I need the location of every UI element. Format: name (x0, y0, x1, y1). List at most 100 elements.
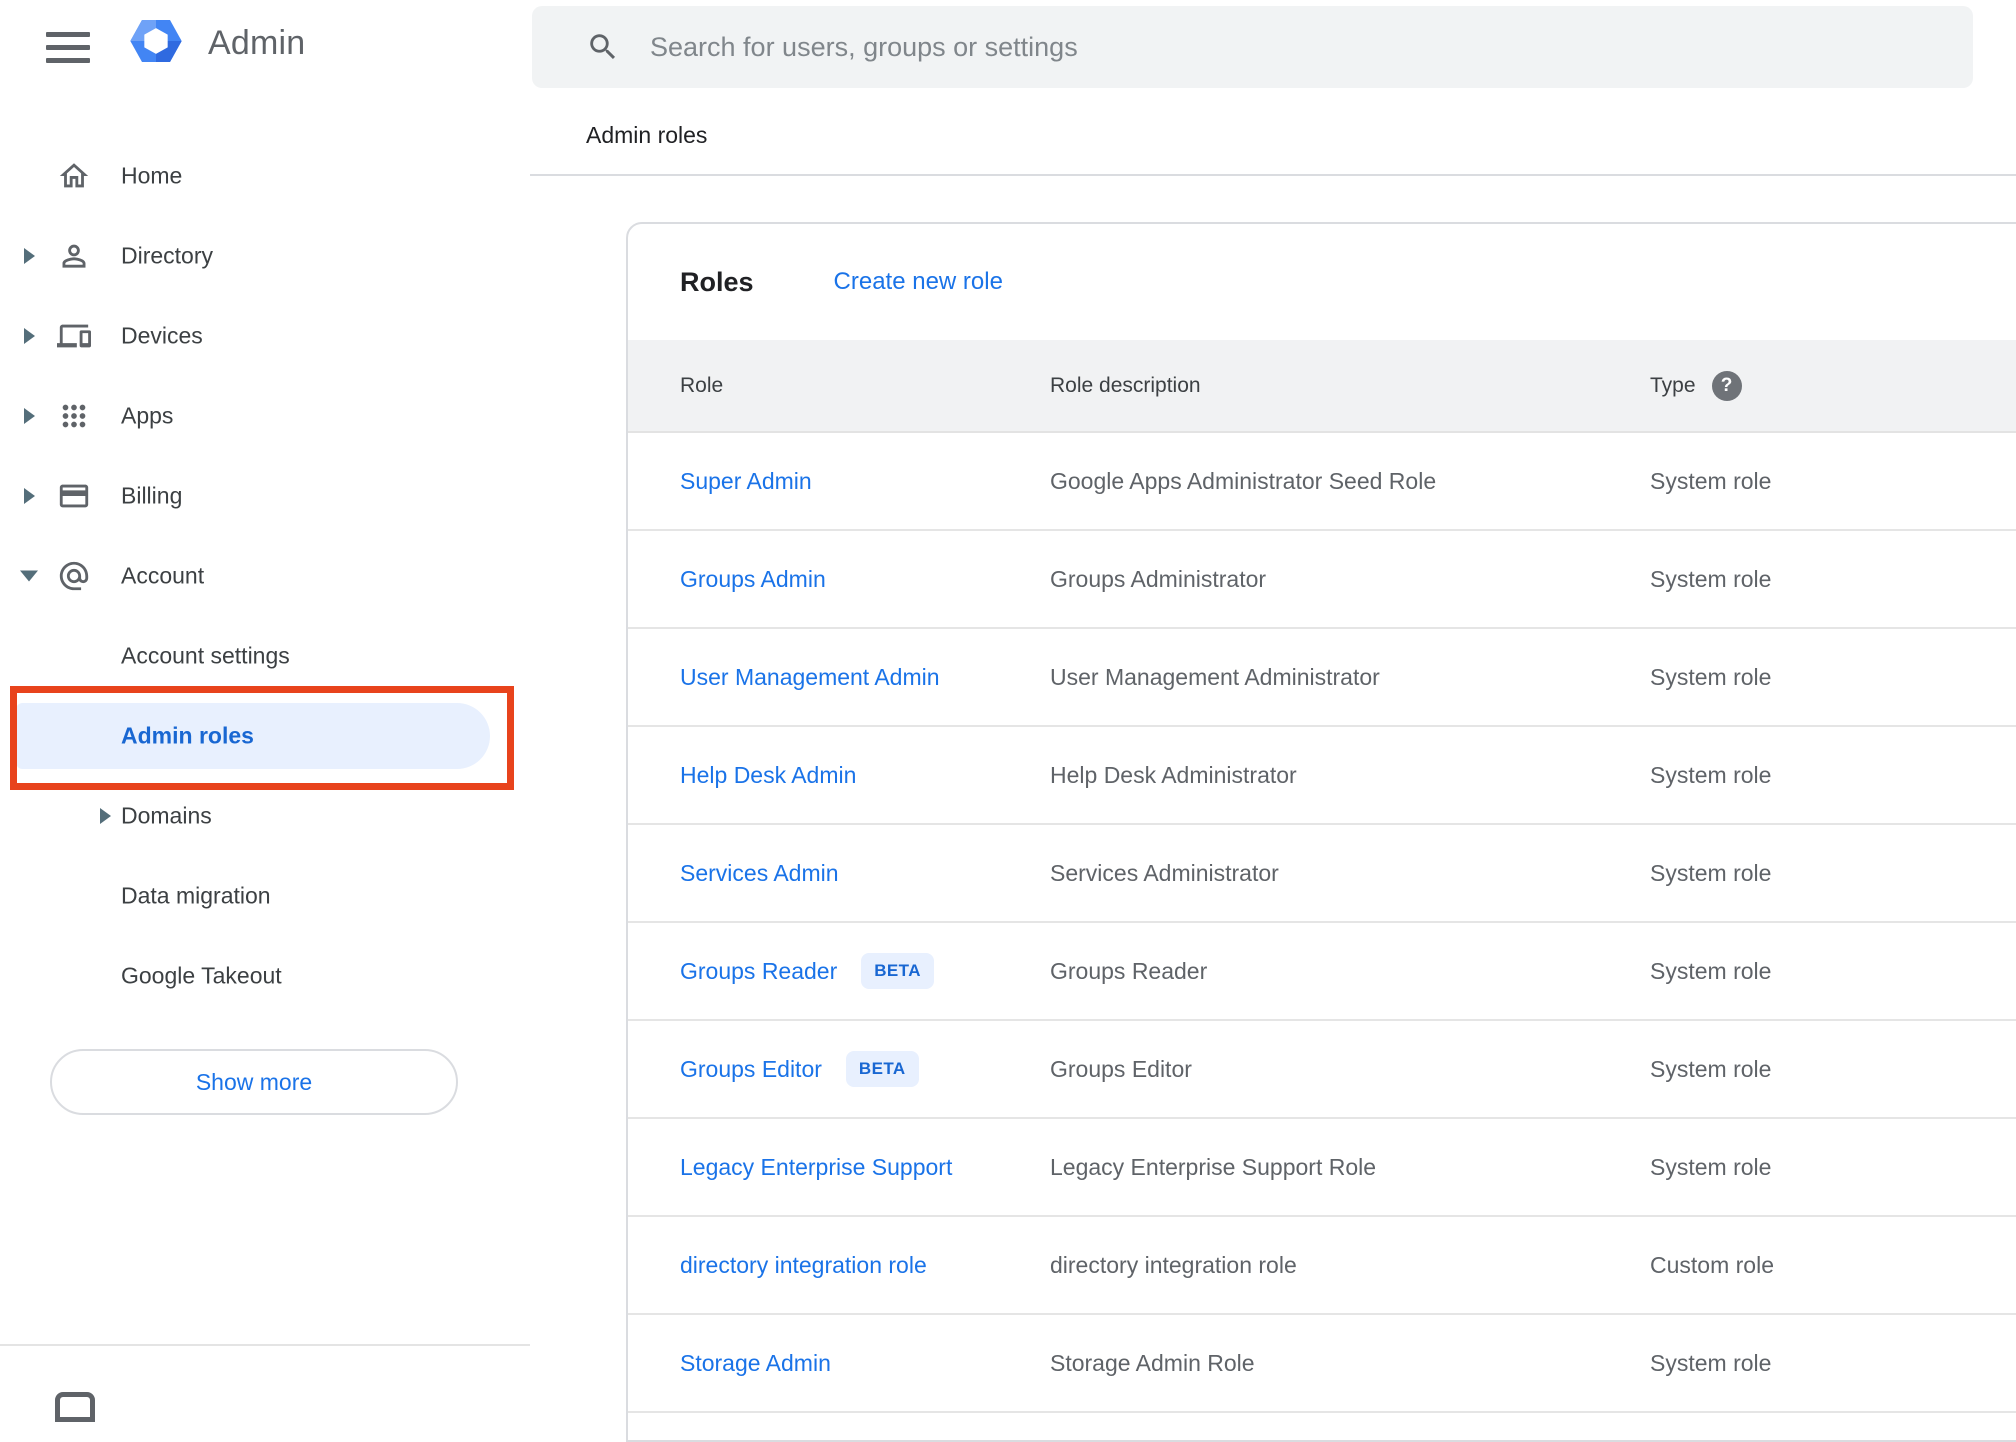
show-more-button[interactable]: Show more (50, 1049, 458, 1115)
sidebar-item-account[interactable]: Account (0, 536, 530, 616)
chevron-right-icon[interactable] (24, 328, 35, 344)
role-type: System role (1650, 859, 1772, 886)
role-type: System role (1650, 1349, 1772, 1376)
roles-card-header: Roles Create new role (628, 224, 2016, 340)
home-icon (57, 159, 91, 193)
chevron-right-icon[interactable] (24, 488, 35, 504)
role-description: Google Apps Administrator Seed Role (1050, 467, 1437, 494)
role-type: Custom role (1650, 1251, 1774, 1278)
sidebar-bottom-divider (0, 1344, 530, 1346)
chevron-right-icon[interactable] (100, 808, 111, 824)
sidebar: Admin Home Directory Devices Apps Billing Acc… (0, 0, 530, 1422)
column-header-role: Role (680, 373, 724, 397)
role-description: Groups Administrator (1050, 565, 1267, 592)
sidebar-item-apps[interactable]: Apps (0, 376, 530, 456)
role-description: Storage Admin Role (1050, 1349, 1255, 1376)
sidebar-item-label: Account (121, 562, 205, 589)
role-link[interactable]: Storage Admin (680, 1350, 831, 1377)
role-type: System role (1650, 1055, 1772, 1082)
sidebar-item-directory[interactable]: Directory (0, 216, 530, 296)
role-description: Legacy Enterprise Support Role (1050, 1153, 1377, 1180)
table-row: Help Desk Admin Help Desk Administrator … (628, 727, 2016, 825)
sidebar-item-admin-roles[interactable]: Admin roles (0, 696, 530, 776)
table-row: Groups Editor BETA Groups Editor System … (628, 1021, 2016, 1119)
role-description: Groups Reader (1050, 957, 1208, 984)
role-description: directory integration role (1050, 1251, 1297, 1278)
table-row: Groups Admin Groups Administrator System… (628, 531, 2016, 629)
sidebar-item-home[interactable]: Home (0, 136, 530, 216)
role-type: System role (1650, 1153, 1772, 1180)
role-description: Services Administrator (1050, 859, 1279, 886)
sidebar-nav: Home Directory Devices Apps Billing Account Ac… (0, 136, 530, 1016)
role-type: System role (1650, 663, 1772, 690)
role-type: System role (1650, 467, 1772, 494)
role-link[interactable]: Groups Editor (680, 1056, 822, 1083)
at-icon (57, 559, 91, 593)
table-row: Groups Reader BETA Groups Reader System … (628, 923, 2016, 1021)
header-divider (530, 174, 2016, 176)
role-type: System role (1650, 761, 1772, 788)
sidebar-item-label: Apps (121, 402, 174, 429)
role-link[interactable]: User Management Admin (680, 664, 940, 691)
column-header-description: Role description (1050, 373, 1201, 397)
role-description: Groups Editor (1050, 1055, 1192, 1082)
chevron-down-icon[interactable] (20, 570, 38, 582)
search-input[interactable] (648, 30, 1973, 64)
table-row: User Management Admin User Management Ad… (628, 629, 2016, 727)
table-body: Super Admin Google Apps Administrator Se… (628, 433, 2016, 1413)
chevron-right-icon[interactable] (24, 408, 35, 424)
role-link[interactable]: Legacy Enterprise Support (680, 1154, 952, 1181)
brand: Admin (128, 14, 305, 72)
table-row: Super Admin Google Apps Administrator Se… (628, 433, 2016, 531)
sidebar-item-billing[interactable]: Billing (0, 456, 530, 536)
sidebar-item-data-migration[interactable]: Data migration (0, 856, 530, 936)
role-description: User Management Administrator (1050, 663, 1380, 690)
devices-icon (57, 319, 91, 353)
sidebar-item-label: Admin roles (121, 722, 254, 749)
role-link[interactable]: Help Desk Admin (680, 762, 856, 789)
role-link[interactable]: directory integration role (680, 1252, 927, 1279)
table-row: Legacy Enterprise Support Legacy Enterpr… (628, 1119, 2016, 1217)
table-row: Services Admin Services Administrator Sy… (628, 825, 2016, 923)
table-row: Storage Admin Storage Admin Role System … (628, 1315, 2016, 1413)
beta-badge: BETA (845, 1051, 919, 1087)
search-bar (532, 6, 1973, 88)
roles-card: Roles Create new role Role Role descript… (626, 222, 2016, 1442)
sidebar-item-label: Account settings (121, 642, 290, 669)
sidebar-item-label: Devices (121, 322, 203, 349)
role-link[interactable]: Groups Reader (680, 958, 837, 985)
role-link[interactable]: Services Admin (680, 860, 839, 887)
role-link[interactable]: Super Admin (680, 468, 812, 495)
sidebar-item-google-takeout[interactable]: Google Takeout (0, 936, 530, 1016)
roles-title: Roles (680, 266, 754, 297)
sidebar-item-account-settings[interactable]: Account settings (0, 616, 530, 696)
sidebar-item-label: Google Takeout (121, 962, 282, 989)
sidebar-item-label: Data migration (121, 882, 271, 909)
sidebar-item-label: Directory (121, 242, 214, 269)
sidebar-item-label: Domains (121, 802, 212, 829)
menu-hamburger-button[interactable] (46, 26, 94, 68)
app-title: Admin (208, 23, 306, 62)
create-new-role-link[interactable]: Create new role (834, 268, 1003, 296)
table-row: directory integration role directory int… (628, 1217, 2016, 1315)
breadcrumb: Admin roles (586, 122, 708, 148)
role-link[interactable]: Groups Admin (680, 566, 826, 593)
partial-cutoff-icon (55, 1392, 95, 1422)
beta-badge: BETA (861, 953, 934, 989)
role-type: System role (1650, 565, 1772, 592)
sidebar-item-label: Home (121, 162, 183, 189)
sidebar-item-devices[interactable]: Devices (0, 296, 530, 376)
card-icon (57, 479, 91, 513)
chevron-right-icon[interactable] (24, 248, 35, 264)
person-icon (57, 239, 91, 273)
role-type: System role (1650, 957, 1772, 984)
column-header-type: Type ? (1650, 370, 2016, 401)
search-icon (590, 34, 616, 60)
table-header-row: Role Role description Type ? (628, 340, 2016, 433)
role-description: Help Desk Administrator (1050, 761, 1297, 788)
sidebar-item-label: Billing (121, 482, 183, 509)
admin-logo-icon (128, 13, 184, 74)
help-icon[interactable]: ? (1711, 370, 1742, 401)
apps-icon (57, 399, 91, 433)
sidebar-item-domains[interactable]: Domains (0, 776, 530, 856)
